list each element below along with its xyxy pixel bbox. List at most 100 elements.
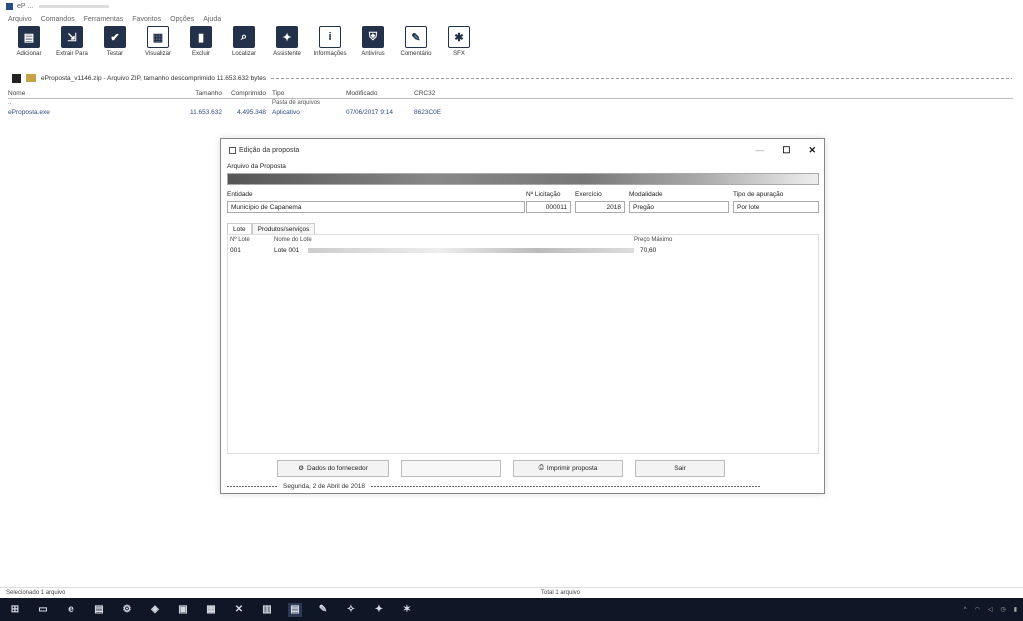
parent-folder-icon: .. bbox=[8, 100, 12, 106]
minimize-icon[interactable]: — bbox=[755, 145, 764, 156]
col-preco[interactable]: Preço Máximo bbox=[634, 237, 694, 243]
path-text: eProposta_v1146.zip - Arquivo ZIP, taman… bbox=[41, 74, 267, 82]
view-button[interactable]: ▦ Visualizar bbox=[139, 26, 177, 70]
taskbar: ⊞ ▭ e ▤ ⚙ ◈ ▣ ▦ ✕ ▥ ▤ ✎ ✧ ✦ ✶ ^ ◠ ◁ ◷ ▮ bbox=[0, 598, 1023, 621]
dialog-button-bar: ⚙ Dados do fornecedor ⎙ Imprimir propost… bbox=[227, 457, 819, 479]
network-icon[interactable]: ◠ bbox=[975, 606, 980, 613]
modalidade-field[interactable]: Pregão bbox=[629, 201, 729, 213]
app-icon-7[interactable]: ✧ bbox=[344, 603, 358, 617]
settings-icon[interactable]: ⚙ bbox=[120, 603, 134, 617]
file-list: Nome Tamanho Comprimido Tipo Modificado … bbox=[8, 88, 1013, 118]
col-crc[interactable]: CRC32 bbox=[414, 90, 464, 97]
notification-icon[interactable]: ▮ bbox=[1014, 606, 1017, 613]
dialog-footer: Segunda, 2 de Abril de 2018 bbox=[227, 481, 819, 491]
antivirus-button[interactable]: ⛨ Antivírus bbox=[354, 26, 392, 70]
volume-icon[interactable]: ◁ bbox=[988, 606, 993, 613]
antivirus-icon: ⛨ bbox=[362, 26, 384, 48]
col-mod[interactable]: Modificado bbox=[346, 90, 414, 97]
supplier-data-button[interactable]: ⚙ Dados do fornecedor bbox=[277, 459, 389, 477]
col-type[interactable]: Tipo bbox=[266, 90, 346, 97]
close-icon[interactable]: ✕ bbox=[808, 145, 816, 156]
app-icon-2[interactable]: ▣ bbox=[176, 603, 190, 617]
lote-name: Lote 001 bbox=[274, 247, 300, 254]
file-list-header: Nome Tamanho Comprimido Tipo Modificado … bbox=[8, 88, 1013, 99]
edge-icon[interactable]: e bbox=[64, 603, 78, 617]
print-proposal-button[interactable]: ⎙ Imprimir proposta bbox=[513, 459, 623, 477]
extract-button[interactable]: ⇲ Extrair Para bbox=[53, 26, 91, 70]
comment-button[interactable]: ✎ Comentário bbox=[397, 26, 435, 70]
wizard-button[interactable]: ✦ Assistente bbox=[268, 26, 306, 70]
delete-label: Excluir bbox=[191, 51, 210, 57]
entidade-field[interactable]: Município de Capanema bbox=[227, 201, 525, 213]
up-folder-icon[interactable] bbox=[12, 73, 21, 83]
footer-line-left bbox=[227, 485, 277, 487]
menu-opcoes[interactable]: Opções bbox=[170, 16, 194, 23]
path-bar: eProposta_v1146.zip - Arquivo ZIP, taman… bbox=[12, 72, 1012, 84]
test-button[interactable]: ✔ Testar bbox=[96, 26, 134, 70]
add-button[interactable]: ▤ Adicionar bbox=[10, 26, 48, 70]
files-icon[interactable]: ▤ bbox=[92, 603, 106, 617]
file-name: eProposta.exe bbox=[8, 109, 50, 116]
status-right: Total 1 arquivo bbox=[541, 589, 581, 596]
disabled-button[interactable] bbox=[401, 459, 501, 477]
print-icon: ⎙ bbox=[538, 464, 544, 471]
menu-arquivo[interactable]: Arquivo bbox=[8, 16, 32, 23]
app-icon-1[interactable]: ◈ bbox=[148, 603, 162, 617]
task-view-icon[interactable]: ▭ bbox=[36, 603, 50, 617]
view-label: Visualizar bbox=[145, 51, 171, 57]
table-row[interactable]: eProposta.exe 11.653.632 4.495.348 Aplic… bbox=[8, 107, 1013, 118]
winrar-icon[interactable]: ▤ bbox=[288, 602, 302, 617]
footer-date: Segunda, 2 de Abril de 2018 bbox=[283, 482, 366, 490]
menu-ferramentas[interactable]: Ferramentas bbox=[84, 16, 124, 23]
lote-panel: Nº Lote Nome do Lote Preço Máximo 001 Lo… bbox=[227, 234, 819, 454]
file-mod: 07/06/2017 9:14 bbox=[346, 109, 393, 116]
menu-favoritos[interactable]: Favoritos bbox=[132, 16, 161, 23]
app-icon-8[interactable]: ✦ bbox=[372, 603, 386, 617]
arquivo-field[interactable] bbox=[227, 173, 819, 185]
maximize-icon[interactable]: ☐ bbox=[782, 145, 790, 156]
file-comp: 4.495.348 bbox=[237, 109, 266, 116]
app-icon-9[interactable]: ✶ bbox=[400, 603, 414, 617]
parent-folder-row[interactable]: .. Pasta de arquivos bbox=[8, 99, 1013, 107]
app-icon-3[interactable]: ▦ bbox=[204, 603, 218, 617]
menu-comandos[interactable]: Comandos bbox=[41, 16, 75, 23]
info-icon: i bbox=[319, 26, 341, 48]
clock-icon[interactable]: ◷ bbox=[1000, 606, 1005, 613]
wizard-label: Assistente bbox=[273, 51, 301, 57]
col-comp[interactable]: Comprimido bbox=[222, 90, 266, 97]
app-icon-6[interactable]: ✎ bbox=[316, 603, 330, 617]
exit-button[interactable]: Sair bbox=[635, 459, 725, 477]
lote-number: 001 bbox=[230, 247, 241, 254]
app-icon-4[interactable]: ✕ bbox=[232, 603, 246, 617]
info-button[interactable]: i Informações bbox=[311, 26, 349, 70]
menu-ajuda[interactable]: Ajuda bbox=[203, 16, 221, 23]
table-row[interactable]: 001 Lote 001 70,60 bbox=[228, 245, 818, 256]
comment-icon: ✎ bbox=[405, 26, 427, 48]
app-icon-5[interactable]: ▥ bbox=[260, 603, 274, 617]
add-archive-icon: ▤ bbox=[18, 26, 40, 48]
antivirus-label: Antivírus bbox=[361, 51, 385, 57]
delete-button[interactable]: ▮ Excluir bbox=[182, 26, 220, 70]
view-icon: ▦ bbox=[147, 26, 169, 48]
delete-icon: ▮ bbox=[190, 26, 212, 48]
sfx-button[interactable]: ✱ SFX bbox=[440, 26, 478, 70]
status-left: Selecionado 1 arquivo bbox=[6, 589, 66, 596]
tray-chevron-icon[interactable]: ^ bbox=[964, 607, 967, 613]
col-size[interactable]: Tamanho bbox=[176, 90, 222, 97]
col-nome-lote[interactable]: Nome do Lote bbox=[274, 237, 634, 243]
col-lote[interactable]: Nº Lote bbox=[230, 237, 274, 243]
lote-grid-header: Nº Lote Nome do Lote Preço Máximo bbox=[228, 235, 818, 245]
file-type: Aplicativo bbox=[272, 109, 300, 116]
dialog-controls: — ☐ ✕ bbox=[755, 145, 816, 156]
add-label: Adicionar bbox=[16, 51, 42, 57]
app-icon bbox=[6, 2, 13, 10]
exercicio-field[interactable]: 2018 bbox=[575, 201, 625, 213]
col-name[interactable]: Nome bbox=[8, 90, 176, 97]
find-button[interactable]: ⌕ Localizar bbox=[225, 26, 263, 70]
wizard-icon: ✦ bbox=[276, 26, 298, 48]
start-icon[interactable]: ⊞ bbox=[8, 603, 22, 617]
menu-bar: Arquivo Comandos Ferramentas Favoritos O… bbox=[0, 13, 221, 25]
licitacao-field[interactable]: 000011 bbox=[526, 201, 571, 213]
tipo-field[interactable]: Por lote bbox=[733, 201, 819, 213]
footer-line-right bbox=[371, 485, 762, 487]
